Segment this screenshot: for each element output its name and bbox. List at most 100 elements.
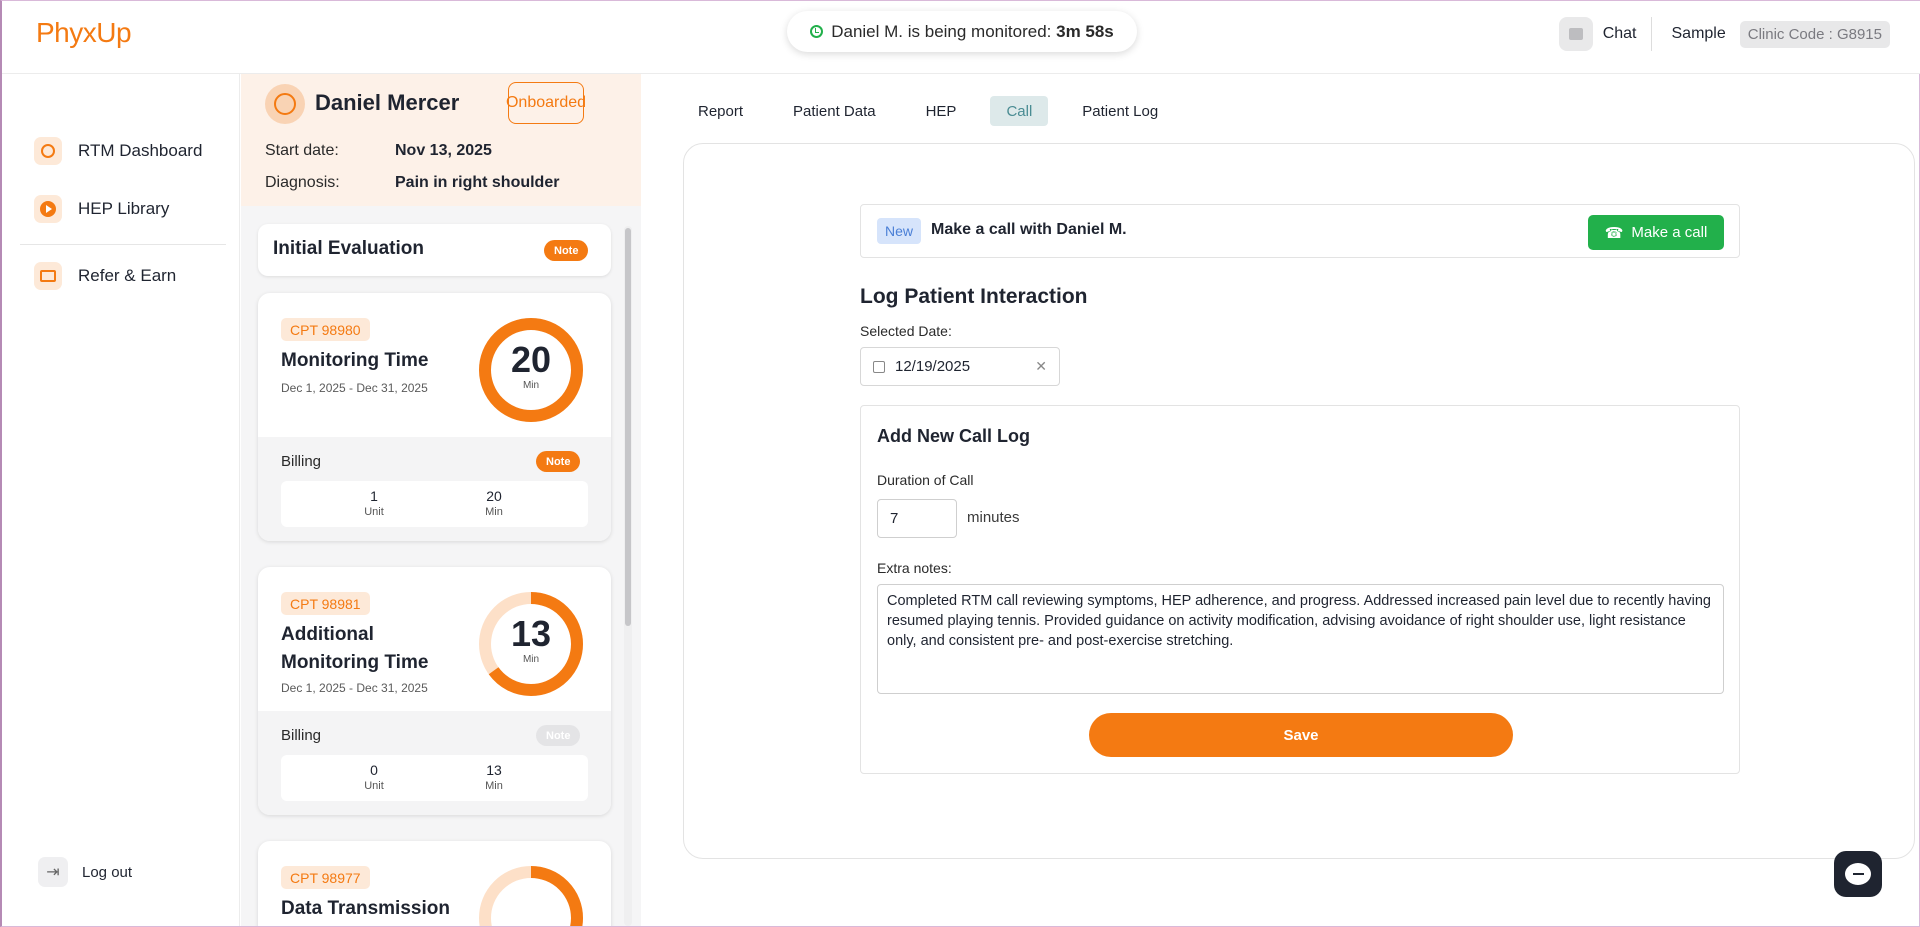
top-right-actions: Chat Sample Clinic Code : G8915	[1558, 17, 1890, 51]
note-button[interactable]: Note	[544, 240, 589, 261]
add-call-log-title: Add New Call Log	[877, 426, 1030, 446]
billing-units-label: Unit	[364, 780, 384, 792]
cpt-card-98980: CPT 98980 Monitoring Time Dec 1, 2025 - …	[258, 293, 611, 541]
cpt-code-tag: CPT 98981	[281, 592, 370, 615]
billing-section: Billing Note 1 Unit 20 Min	[258, 437, 611, 541]
patient-column: Daniel Mercer Onboarded Start date: Nov …	[241, 74, 641, 926]
sidebar-item-rtm-dashboard[interactable]: RTM Dashboard	[34, 137, 202, 165]
extra-notes-label: Extra notes:	[877, 560, 952, 576]
progress-ring-graphic	[479, 866, 583, 926]
extra-notes-textarea[interactable]: Completed RTM call reviewing symptoms, H…	[877, 584, 1724, 694]
tab-bar: Report Patient Data HEP Call Patient Log	[682, 96, 1192, 126]
clinic-code-badge: Clinic Code : G8915	[1739, 20, 1890, 48]
billing-note-button[interactable]: Note	[536, 451, 581, 472]
patient-name: Daniel Mercer	[315, 90, 460, 115]
cpt-date-range: Dec 1, 2025 - Dec 31, 2025	[281, 381, 428, 395]
initial-evaluation-title: Initial Evaluation	[273, 238, 424, 259]
chat-label: Chat	[1602, 25, 1637, 42]
sidebar-item-label: RTM Dashboard	[78, 141, 203, 160]
phyxup-logo[interactable]: PhyxUp	[36, 17, 132, 49]
clock-icon	[810, 25, 824, 38]
make-call-text: Make a call with Daniel M.	[931, 221, 1127, 238]
cpt-title: Additional Monitoring Time	[281, 624, 429, 673]
status-badge: Onboarded	[506, 82, 586, 124]
tab-hep[interactable]: HEP	[910, 96, 973, 126]
logout-icon: ⇥	[38, 857, 68, 887]
monitoring-text: Daniel M. is being monitored: 3m 58s	[831, 22, 1114, 42]
monitoring-status-pill: Daniel M. is being monitored: 3m 58s	[787, 11, 1137, 52]
sidebar-item-hep-library[interactable]: HEP Library	[34, 195, 169, 223]
top-bar: PhyxUp Daniel M. is being monitored: 3m …	[2, 1, 1920, 74]
ticket-icon	[34, 262, 62, 290]
scrollbar-thumb[interactable]	[625, 228, 631, 626]
user-circle-icon	[34, 137, 62, 165]
start-date-label: Start date:	[265, 142, 339, 159]
logout-label: Log out	[82, 863, 133, 881]
progress-ring: 13 Min	[478, 591, 584, 697]
minutes-value: 20	[510, 339, 552, 380]
billing-label: Billing	[281, 453, 322, 470]
billing-minutes-value: 20	[486, 488, 502, 504]
selected-date-label: Selected Date:	[860, 323, 952, 339]
calendar-icon	[873, 360, 885, 373]
diagnosis-value: Pain in right shoulder	[395, 174, 560, 191]
save-button[interactable]: Save	[1089, 713, 1513, 757]
tab-report[interactable]: Report	[682, 96, 759, 126]
sidebar: RTM Dashboard HEP Library Refer & Earn ⇥…	[2, 74, 240, 926]
play-icon	[34, 195, 62, 223]
minutes-unit: Min	[522, 380, 540, 391]
billing-note-button[interactable]: Note	[536, 725, 581, 746]
billing-minutes-label: Min	[485, 780, 503, 792]
minutes-unit: Min	[522, 654, 540, 665]
diagnosis-label: Diagnosis:	[265, 174, 340, 191]
billing-minutes-label: Min	[485, 506, 503, 518]
billing-minutes-value: 13	[486, 762, 502, 778]
sidebar-divider	[20, 244, 226, 245]
user-icon	[274, 93, 296, 115]
cpt-card-98981: CPT 98981 Additional Monitoring Time Dec…	[258, 567, 611, 815]
minutes-value: 13	[510, 613, 552, 654]
sidebar-item-refer-earn[interactable]: Refer & Earn	[34, 262, 176, 290]
billing-units-value: 1	[370, 488, 378, 504]
progress-ring: 20 Min	[478, 317, 584, 423]
tab-patient-data[interactable]: Patient Data	[777, 96, 892, 126]
start-date-value: Nov 13, 2025	[395, 142, 492, 159]
date-picker[interactable]: 12/19/2025 ✕	[860, 347, 1060, 386]
duration-label: Duration of Call	[877, 472, 974, 488]
duration-unit: minutes	[967, 509, 1020, 526]
billing-units-value: 0	[370, 762, 378, 778]
tab-patient-log[interactable]: Patient Log	[1066, 96, 1174, 126]
sidebar-item-label: Refer & Earn	[78, 266, 177, 285]
make-call-label: Make a call	[1631, 224, 1708, 241]
duration-input[interactable]	[877, 499, 957, 538]
progress-ring	[478, 865, 584, 926]
chat-button[interactable]: Chat	[1558, 17, 1652, 51]
cpt-date-range: Dec 1, 2025 - Dec 31, 2025	[281, 681, 428, 695]
new-badge: New	[877, 218, 922, 244]
cpt-code-tag: CPT 98980	[281, 318, 370, 341]
chat-icon	[1558, 17, 1593, 51]
cpt-title: Monitoring Time	[281, 350, 429, 371]
billing-units-label: Unit	[364, 506, 384, 518]
sample-link[interactable]: Sample	[1652, 25, 1740, 43]
phone-icon: ☎	[1604, 224, 1624, 242]
make-call-button[interactable]: ☎ Make a call	[1588, 215, 1724, 250]
initial-evaluation-card[interactable]: Initial Evaluation Note	[258, 224, 611, 276]
logout-button[interactable]: ⇥ Log out	[38, 857, 132, 887]
cpt-code-tag: CPT 98977	[281, 866, 370, 889]
billing-label: Billing	[281, 727, 322, 744]
chat-bubble-icon	[1845, 863, 1871, 885]
help-chat-button[interactable]	[1834, 851, 1882, 897]
log-interaction-title: Log Patient Interaction	[860, 285, 1088, 308]
patient-header: Daniel Mercer Onboarded Start date: Nov …	[241, 74, 641, 206]
tab-call[interactable]: Call	[990, 96, 1049, 126]
sidebar-item-label: HEP Library	[78, 199, 170, 218]
billing-summary: 0 Unit 13 Min	[281, 755, 588, 801]
clear-date-icon[interactable]: ✕	[1035, 358, 1047, 375]
cpt-card-98977: CPT 98977 Data Transmission	[258, 841, 611, 926]
cpt-title: Data Transmission	[281, 898, 450, 919]
billing-summary: 1 Unit 20 Min	[281, 481, 588, 527]
monitoring-prefix: Daniel M. is being monitored:	[831, 21, 1057, 41]
make-call-bar: New Make a call with Daniel M. ☎ Make a …	[860, 204, 1740, 258]
monitoring-elapsed: 3m 58s	[1056, 21, 1114, 41]
